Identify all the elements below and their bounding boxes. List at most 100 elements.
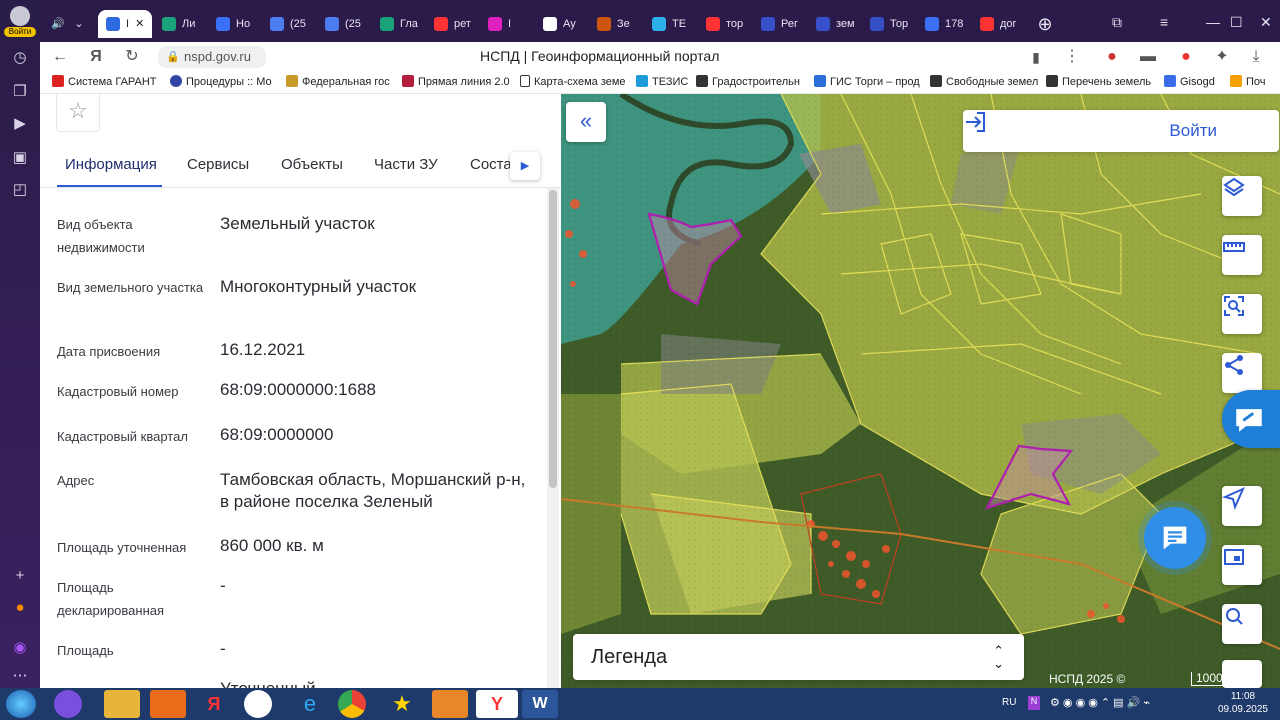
- tab-item[interactable]: ТЕ: [652, 10, 692, 38]
- tab-land-parts[interactable]: Части ЗУ: [374, 156, 438, 173]
- clock[interactable]: 11:08 09.09.2025: [1218, 690, 1268, 716]
- satellite-map[interactable]: [561, 94, 1280, 688]
- tab-item[interactable]: рет: [434, 10, 474, 38]
- chat-button[interactable]: [1144, 507, 1206, 569]
- taskbar-yandex[interactable]: Я: [196, 690, 232, 718]
- start-button[interactable]: [6, 690, 36, 718]
- field-value-cadastral-quarter[interactable]: 68:09:0000000: [220, 424, 540, 446]
- bookmark-item[interactable]: Карта-схема земе: [520, 75, 626, 88]
- maximize-icon[interactable]: ☐: [1230, 14, 1243, 31]
- measure-button[interactable]: [1222, 235, 1262, 275]
- bookmark-item[interactable]: Градостроительн: [696, 75, 800, 88]
- yandex-market-icon[interactable]: ●: [10, 598, 30, 618]
- bookmark-item[interactable]: Система ГАРАНТ: [52, 75, 157, 88]
- area-select-button[interactable]: [1222, 294, 1262, 334]
- url-field[interactable]: 🔒 nspd.gov.ru: [158, 46, 266, 68]
- media-play-icon[interactable]: ▶: [10, 114, 30, 134]
- extension-icon[interactable]: ●: [1102, 47, 1122, 67]
- tab-item[interactable]: Гла: [380, 10, 420, 38]
- taskbar-app-star[interactable]: ★: [384, 690, 420, 718]
- favorite-star-icon[interactable]: ☆: [56, 94, 100, 132]
- tab-nspd[interactable]: I ✕: [98, 10, 152, 38]
- add-panel-icon[interactable]: +: [10, 566, 30, 586]
- taskbar-yandex-browser[interactable]: Y: [476, 690, 518, 718]
- legend-panel[interactable]: Легенда ⌃ ⌄: [573, 634, 1024, 680]
- field-label-land-type: Вид земельного участка: [57, 280, 204, 295]
- panel-scrollbar-thumb[interactable]: [549, 190, 557, 488]
- download-icon[interactable]: ⤓: [1246, 47, 1266, 67]
- menu-icon[interactable]: ≡: [1160, 14, 1168, 30]
- tab-services[interactable]: Сервисы: [187, 156, 249, 173]
- tab-item[interactable]: Зе: [597, 10, 637, 38]
- reload-icon[interactable]: ↻: [122, 47, 142, 67]
- taskbar-explorer[interactable]: [104, 690, 140, 718]
- close-tab-icon[interactable]: ✕: [135, 18, 144, 30]
- bookmark-item[interactable]: Федеральная гос: [286, 75, 390, 88]
- extensions-puzzle-icon[interactable]: ✦: [1212, 47, 1232, 67]
- extension-icon[interactable]: ▬: [1138, 47, 1158, 67]
- alice-icon[interactable]: ◉: [10, 638, 30, 658]
- bookmark-icon[interactable]: ▮: [1026, 47, 1046, 67]
- collapse-panel-button[interactable]: «: [566, 102, 606, 142]
- taskbar-chrome[interactable]: [338, 690, 366, 718]
- more-icon[interactable]: ⋯: [10, 666, 30, 686]
- taskbar-word[interactable]: W: [522, 690, 558, 718]
- taskbar-media-player[interactable]: [150, 690, 186, 718]
- search-on-map-button[interactable]: [1222, 604, 1262, 644]
- tab-composition[interactable]: Соста: [470, 156, 512, 173]
- history-icon[interactable]: ◷: [10, 48, 30, 68]
- bookmark-item[interactable]: ТЕЗИС: [636, 75, 688, 88]
- back-icon[interactable]: ←: [50, 47, 70, 67]
- taskbar-outlook[interactable]: [432, 690, 468, 718]
- taskbar-app[interactable]: [244, 690, 272, 718]
- extension-icon[interactable]: ●: [1176, 47, 1196, 67]
- tab-item[interactable]: тор: [706, 10, 746, 38]
- tab-item[interactable]: (25: [270, 10, 310, 38]
- tab-objects[interactable]: Объекты: [281, 156, 343, 173]
- tab-information[interactable]: Информация: [65, 156, 157, 173]
- system-tray[interactable]: ⚙ ◉ ◉ ◉ ⌃ ▤ 🔊 ⌁: [1050, 696, 1210, 710]
- minimize-icon[interactable]: —: [1206, 14, 1220, 30]
- calendar-icon[interactable]: ▣: [10, 148, 30, 168]
- screenshot-icon[interactable]: ◰: [10, 180, 30, 200]
- layers-button[interactable]: [1222, 176, 1262, 216]
- login-button[interactable]: Войти: [963, 110, 1279, 152]
- tab-item[interactable]: 178: [925, 10, 965, 38]
- taskbar-alice[interactable]: [54, 690, 82, 718]
- bookmark-item[interactable]: Процедуры :: Мо: [170, 75, 272, 88]
- feedback-button[interactable]: [1222, 390, 1280, 448]
- new-tab-button[interactable]: ⊕: [1034, 10, 1056, 38]
- bookmark-item[interactable]: Перечень земель: [1046, 75, 1151, 88]
- tab-item[interactable]: I: [488, 10, 528, 38]
- share-button[interactable]: [1222, 353, 1262, 393]
- map-view[interactable]: « Войти Легенда ⌃ ⌄ НСПД 2025 © 1000 m: [561, 94, 1280, 688]
- bookmark-item[interactable]: Поч: [1230, 75, 1266, 88]
- bookmark-item[interactable]: Прямая линия 2.0: [402, 75, 510, 88]
- bookmark-item[interactable]: Свободные земел: [930, 75, 1038, 88]
- language-indicator[interactable]: RU: [1002, 697, 1016, 708]
- bookmark-item[interactable]: ГИС Торги – прод: [814, 75, 920, 88]
- tab-item[interactable]: Рег: [761, 10, 801, 38]
- yandex-logo-icon[interactable]: Я: [86, 47, 106, 67]
- tab-item[interactable]: Ау: [543, 10, 583, 38]
- tab-item[interactable]: дог: [980, 10, 1024, 38]
- tab-item[interactable]: (25: [325, 10, 365, 38]
- taskbar-ie[interactable]: e: [292, 690, 328, 718]
- field-value-cadastral-number[interactable]: 68:09:0000000:1688: [220, 379, 540, 401]
- tab-list-dropdown[interactable]: ⌄: [68, 10, 90, 38]
- more-options-icon[interactable]: ⋮: [1062, 47, 1082, 67]
- tab-manager-icon[interactable]: ⧉: [1112, 14, 1122, 31]
- tab-item[interactable]: зем: [816, 10, 856, 38]
- tab-item[interactable]: Но: [216, 10, 256, 38]
- tab-item[interactable]: Тор: [870, 10, 910, 38]
- bookmarks-bar: Система ГАРАНТ Процедуры :: Мо Федеральн…: [40, 72, 1280, 94]
- profile-login-button[interactable]: Войти: [4, 6, 36, 38]
- tabs-scroll-right-button[interactable]: ▶: [510, 152, 540, 180]
- tray-app-icon[interactable]: N: [1028, 696, 1040, 710]
- close-window-icon[interactable]: ✕: [1260, 14, 1272, 31]
- tab-item[interactable]: Ли: [162, 10, 202, 38]
- print-map-button[interactable]: [1222, 545, 1262, 585]
- collections-icon[interactable]: ❐: [10, 82, 30, 102]
- my-location-button[interactable]: [1222, 486, 1262, 526]
- bookmark-item[interactable]: Gisogd: [1164, 75, 1215, 88]
